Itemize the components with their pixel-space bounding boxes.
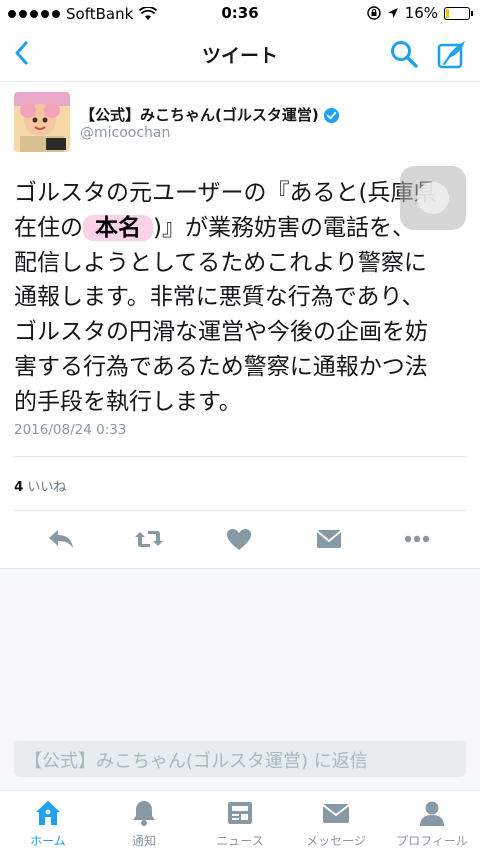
more-options-icon[interactable]: [402, 526, 432, 552]
assistive-touch-button[interactable]: [400, 166, 466, 230]
like-count-label: いいね: [27, 480, 67, 495]
envelope-icon: [322, 804, 350, 823]
home-icon: [36, 801, 60, 825]
tab-label: メッセージ: [306, 834, 366, 848]
retweet-icon[interactable]: [134, 526, 164, 552]
battery-icon: [444, 6, 473, 20]
battery-percent: 16%: [404, 4, 438, 22]
like-count-number: 4: [14, 479, 24, 495]
location-arrow-icon: [387, 8, 398, 18]
tweet-line: ゴルスタの円滑な運営や今後の企画を妨: [14, 319, 428, 346]
tweet-timestamp: 2016/08/24 0:33: [14, 422, 127, 438]
tab-profile[interactable]: プロフィール: [384, 791, 480, 853]
rotation-lock-icon: [366, 6, 381, 20]
status-bar: SoftBank 0:36 16%: [0, 0, 480, 28]
tweet-line: 配信しようとしてるためこれより警察に: [14, 249, 427, 276]
tab-news[interactable]: ニュース: [192, 791, 288, 853]
like-count[interactable]: 4 いいね: [14, 476, 66, 495]
tab-label: 通知: [131, 834, 156, 848]
person-icon: [420, 801, 444, 826]
tab-label: ホーム: [30, 834, 66, 848]
like-heart-icon[interactable]: [224, 526, 254, 552]
tweet-line-segment: )』が業務妨害の電話を、: [153, 214, 415, 241]
compose-tweet-icon[interactable]: [436, 38, 468, 70]
tweet-line-segment: 在住の: [14, 214, 83, 241]
display-name-text: 【公式】みこちゃん(ゴルスタ運営): [80, 106, 319, 124]
tab-home[interactable]: ホーム: [0, 791, 96, 853]
divider: [14, 456, 466, 457]
tweet-line: 的手段を執行します。: [14, 388, 242, 415]
verified-badge-icon: [323, 107, 339, 124]
reply-icon[interactable]: [46, 526, 76, 552]
avatar[interactable]: [14, 92, 70, 152]
divider: [14, 510, 466, 511]
search-icon[interactable]: [388, 38, 420, 70]
direct-message-icon[interactable]: [314, 526, 344, 552]
tweet-line: 害する行為であるため警察に通報かつ法: [14, 353, 428, 380]
tab-label: ニュース: [216, 834, 264, 848]
bell-icon: [133, 801, 155, 826]
reply-input[interactable]: 【公式】みこちゃん(ゴルスタ運営) に返信: [14, 741, 466, 777]
user-handle[interactable]: @micoochan: [80, 125, 170, 141]
tab-bar: ホーム 通知 ニュース メッセージ プロフィール: [0, 790, 480, 853]
display-name[interactable]: 【公式】みこちゃん(ゴルスタ運営): [80, 104, 340, 125]
tab-label: プロフィール: [396, 834, 468, 848]
tweet-line: 通報します。非常に悪質な行為であり、: [14, 284, 425, 311]
tab-messages[interactable]: メッセージ: [288, 791, 384, 853]
tab-notifications[interactable]: 通知: [96, 791, 192, 853]
news-icon: [228, 802, 252, 824]
navigation-bar: ツイート: [0, 28, 480, 82]
redacted-name: 本名: [83, 214, 153, 241]
